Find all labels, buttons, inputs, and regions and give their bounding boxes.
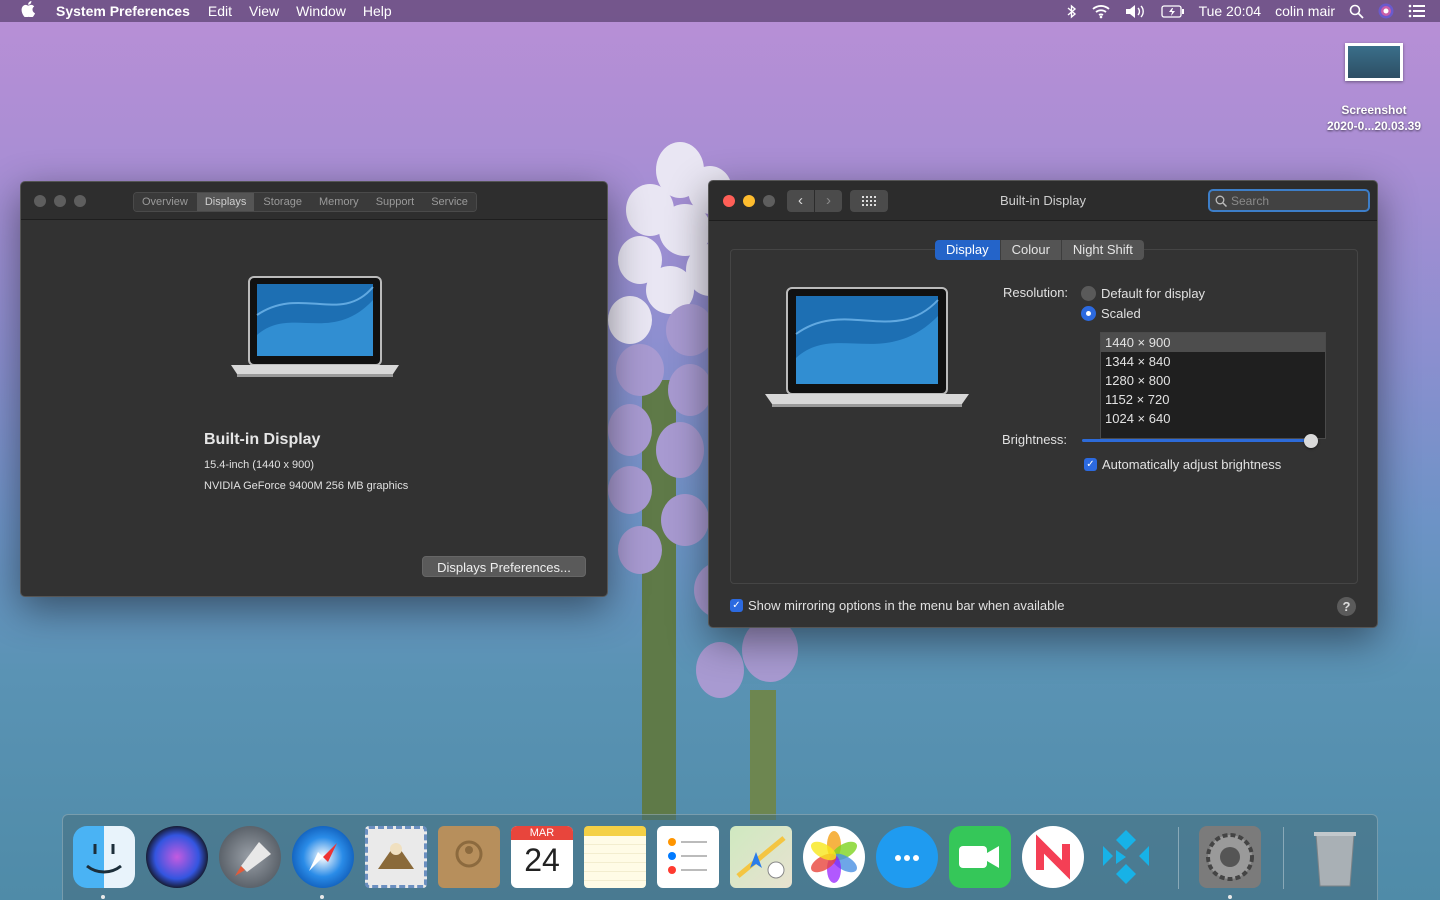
apple-menu-icon[interactable] bbox=[0, 1, 56, 21]
displays-preferences-button[interactable]: Displays Preferences... bbox=[422, 556, 586, 577]
close-button[interactable] bbox=[34, 195, 46, 207]
facetime-icon[interactable] bbox=[949, 826, 1011, 888]
help-menu[interactable]: Help bbox=[363, 3, 392, 19]
resolution-option[interactable]: 1024 × 640 bbox=[1101, 409, 1325, 428]
mirroring-label: Show mirroring options in the menu bar w… bbox=[748, 598, 1065, 613]
laptop-icon bbox=[231, 276, 399, 377]
tab-displays[interactable]: Displays bbox=[196, 193, 256, 211]
about-tab-bar: Overview Displays Storage Memory Support… bbox=[133, 192, 477, 212]
notification-center-icon[interactable] bbox=[1408, 4, 1426, 18]
notes-icon[interactable] bbox=[584, 826, 646, 888]
tab-night-shift[interactable]: Night Shift bbox=[1061, 240, 1144, 260]
help-button[interactable]: ? bbox=[1337, 597, 1356, 616]
radio-button-selected[interactable] bbox=[1081, 306, 1096, 321]
news-icon[interactable] bbox=[1022, 826, 1084, 888]
menubar-user[interactable]: colin mair bbox=[1275, 3, 1335, 19]
calendar-month: MAR bbox=[511, 826, 573, 840]
checkbox-checked-icon[interactable]: ✓ bbox=[730, 599, 743, 612]
about-this-mac-window: Overview Displays Storage Memory Support… bbox=[20, 181, 608, 597]
tab-colour[interactable]: Colour bbox=[1000, 240, 1062, 260]
search-field[interactable] bbox=[1208, 189, 1370, 212]
auto-brightness-checkbox[interactable]: ✓ Automatically adjust brightness bbox=[1084, 457, 1281, 472]
view-menu[interactable]: View bbox=[249, 3, 279, 19]
tab-memory[interactable]: Memory bbox=[310, 193, 368, 211]
radio-default-label: Default for display bbox=[1101, 286, 1206, 301]
window-controls bbox=[34, 195, 94, 207]
radio-default-for-display[interactable]: Default for display bbox=[1081, 286, 1205, 301]
running-indicator bbox=[320, 895, 324, 899]
menu-bar: System Preferences Edit View Window Help… bbox=[0, 0, 1440, 22]
battery-icon[interactable] bbox=[1160, 4, 1185, 18]
resolution-option[interactable]: 1344 × 840 bbox=[1101, 352, 1325, 371]
mail-icon[interactable] bbox=[365, 826, 427, 888]
brightness-slider[interactable] bbox=[1082, 434, 1318, 448]
resolution-option[interactable]: 1152 × 720 bbox=[1101, 390, 1325, 409]
graphics-spec: NVIDIA GeForce 9400M 256 MB graphics bbox=[204, 480, 409, 492]
trash-icon[interactable] bbox=[1304, 826, 1366, 888]
spotlight-search-icon[interactable] bbox=[1349, 4, 1364, 19]
zoom-button[interactable] bbox=[74, 195, 86, 207]
resolution-list[interactable]: 1440 × 900 1344 × 840 1280 × 800 1152 × … bbox=[1100, 332, 1326, 439]
siri-icon[interactable] bbox=[146, 826, 208, 888]
launchpad-icon[interactable] bbox=[219, 826, 281, 888]
search-icon bbox=[1215, 195, 1227, 207]
radio-scaled[interactable]: Scaled bbox=[1081, 306, 1141, 321]
messages-icon[interactable] bbox=[876, 826, 938, 888]
search-input[interactable] bbox=[1231, 193, 1361, 208]
siri-icon[interactable] bbox=[1378, 3, 1394, 19]
display-name: Built-in Display bbox=[204, 431, 321, 448]
calendar-day: 24 bbox=[524, 842, 560, 878]
maps-icon[interactable] bbox=[730, 826, 792, 888]
dock: MAR 24 bbox=[62, 814, 1378, 900]
auto-brightness-label: Automatically adjust brightness bbox=[1102, 457, 1282, 472]
screenshot-thumbnail bbox=[1345, 43, 1403, 81]
prefs-titlebar: ‹ › Built-in Display bbox=[709, 181, 1377, 221]
tab-support[interactable]: Support bbox=[367, 193, 424, 211]
reminders-icon[interactable] bbox=[657, 826, 719, 888]
running-indicator bbox=[1228, 895, 1232, 899]
bluetooth-icon[interactable] bbox=[1067, 3, 1077, 19]
kodi-icon[interactable] bbox=[1095, 826, 1157, 888]
radio-scaled-label: Scaled bbox=[1101, 306, 1141, 321]
about-titlebar: Overview Displays Storage Memory Support… bbox=[21, 182, 607, 220]
resolution-label: Resolution: bbox=[1003, 285, 1069, 300]
photos-icon[interactable] bbox=[803, 826, 865, 888]
tab-storage[interactable]: Storage bbox=[255, 193, 311, 211]
dock-separator bbox=[1178, 827, 1179, 889]
safari-icon[interactable] bbox=[292, 826, 354, 888]
checkbox-checked-icon[interactable]: ✓ bbox=[1084, 458, 1097, 471]
edit-menu[interactable]: Edit bbox=[208, 3, 232, 19]
menubar-clock[interactable]: Tue 20:04 bbox=[1199, 3, 1262, 19]
display-size-spec: 15.4-inch (1440 x 900) bbox=[204, 459, 315, 471]
tab-service[interactable]: Service bbox=[423, 193, 476, 211]
minimize-button[interactable] bbox=[54, 195, 66, 207]
resolution-option[interactable]: 1280 × 800 bbox=[1101, 371, 1325, 390]
app-menu[interactable]: System Preferences bbox=[56, 3, 190, 19]
slider-knob[interactable] bbox=[1304, 434, 1318, 448]
volume-icon[interactable] bbox=[1125, 4, 1147, 19]
wifi-icon[interactable] bbox=[1091, 4, 1111, 19]
prefs-tab-bar: Display Colour Night Shift bbox=[935, 240, 1144, 260]
resolution-option[interactable]: 1440 × 900 bbox=[1101, 333, 1325, 352]
running-indicator bbox=[101, 895, 105, 899]
tab-display[interactable]: Display bbox=[935, 240, 1001, 260]
brightness-label: Brightness: bbox=[1002, 432, 1068, 447]
display-settings-panel: Resolution: Default for display Scaled 1… bbox=[730, 249, 1358, 584]
window-menu[interactable]: Window bbox=[296, 3, 346, 19]
display-preferences-window: ‹ › Built-in Display Display Colour Nigh… bbox=[708, 180, 1378, 628]
contacts-icon[interactable] bbox=[438, 826, 500, 888]
mirroring-checkbox[interactable]: ✓ Show mirroring options in the menu bar… bbox=[730, 598, 1065, 613]
dock-separator bbox=[1283, 827, 1284, 889]
desktop-file-name-line1: Screenshot bbox=[1341, 103, 1407, 117]
calendar-icon[interactable]: MAR 24 bbox=[511, 826, 573, 888]
radio-button[interactable] bbox=[1081, 286, 1096, 301]
system-preferences-icon[interactable] bbox=[1199, 826, 1261, 888]
desktop-screenshot-file[interactable]: Screenshot 2020-0...20.03.39 bbox=[1318, 43, 1430, 134]
tab-overview[interactable]: Overview bbox=[134, 193, 197, 211]
laptop-icon bbox=[765, 287, 969, 407]
desktop-file-name-line2: 2020-0...20.03.39 bbox=[1326, 119, 1422, 133]
finder-icon[interactable] bbox=[73, 826, 135, 888]
slider-track bbox=[1082, 439, 1318, 442]
